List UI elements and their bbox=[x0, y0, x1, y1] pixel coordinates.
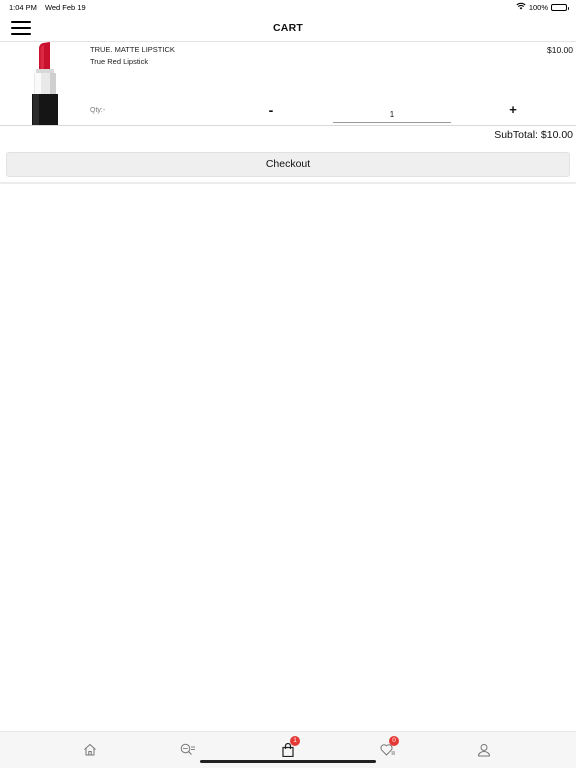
battery-percent: 100% bbox=[528, 2, 548, 12]
nav-bar: CART bbox=[0, 14, 576, 42]
cart-screen: 1:04 PM Wed Feb 19 100% CART TRUE. MATTE… bbox=[0, 0, 576, 768]
wishlist-badge: 0 bbox=[389, 736, 399, 746]
subtotal: SubTotal: $10.00 bbox=[494, 129, 573, 141]
checkout-button[interactable]: Checkout bbox=[6, 152, 570, 177]
tab-home[interactable] bbox=[75, 736, 105, 762]
status-time: 1:04 PM bbox=[9, 3, 37, 12]
tab-wishlist[interactable]: 0 bbox=[372, 736, 402, 762]
increase-qty-button[interactable]: + bbox=[506, 102, 520, 118]
page-title: CART bbox=[273, 22, 303, 34]
product-brand: TRUE. MATTE LIPSTICK bbox=[90, 45, 175, 54]
tab-account[interactable] bbox=[469, 736, 499, 762]
product-image[interactable] bbox=[26, 42, 64, 126]
home-icon bbox=[84, 744, 96, 756]
status-bar: 1:04 PM Wed Feb 19 100% bbox=[0, 0, 576, 14]
cart-badge: 1 bbox=[290, 736, 300, 746]
home-indicator[interactable] bbox=[200, 760, 376, 763]
search-icon bbox=[180, 743, 195, 755]
decrease-qty-button[interactable]: - bbox=[264, 102, 278, 118]
quantity-input[interactable] bbox=[333, 107, 451, 123]
battery-icon bbox=[551, 3, 569, 11]
divider bbox=[0, 182, 576, 184]
product-name[interactable]: True Red Lipstick bbox=[90, 57, 148, 66]
tab-cart[interactable]: 1 bbox=[273, 736, 303, 762]
cart-item: TRUE. MATTE LIPSTICK True Red Lipstick $… bbox=[0, 42, 576, 126]
wifi-icon bbox=[516, 2, 526, 12]
product-price: $10.00 bbox=[547, 45, 573, 55]
tab-search[interactable] bbox=[172, 736, 202, 762]
status-date: Wed Feb 19 bbox=[44, 3, 86, 12]
user-icon bbox=[478, 744, 490, 757]
qty-label: Qty:- bbox=[90, 107, 106, 114]
